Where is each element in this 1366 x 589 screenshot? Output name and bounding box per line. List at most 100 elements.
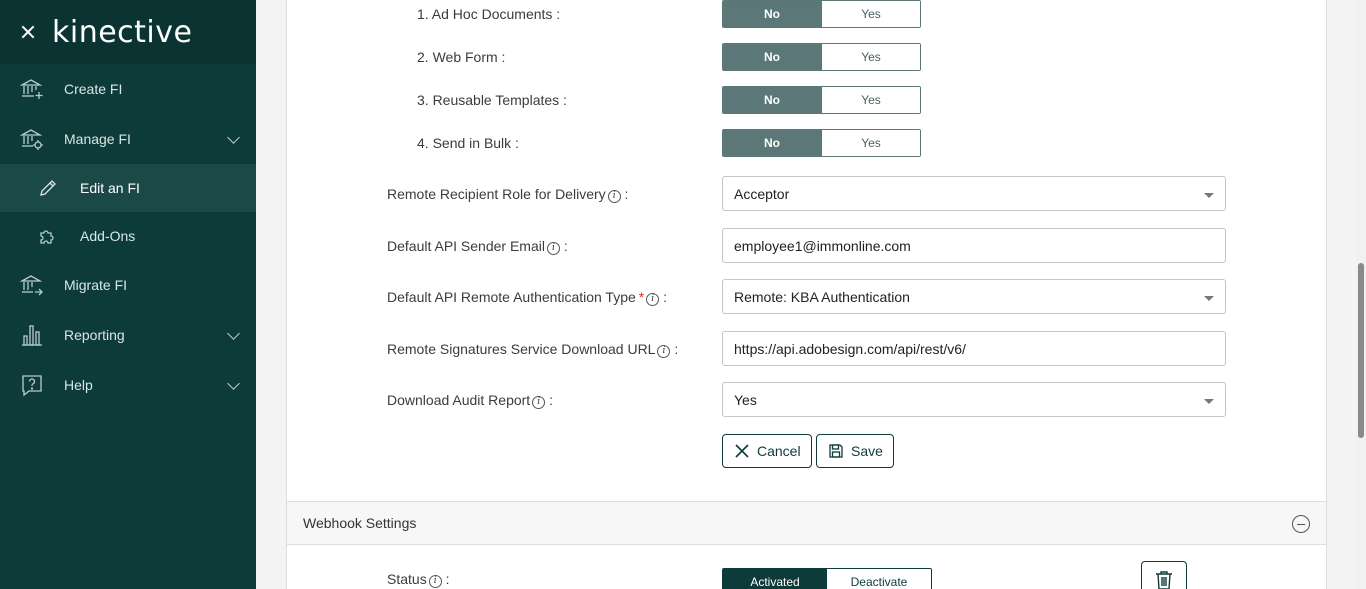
sidebar-item-add-ons[interactable]: Add-Ons — [0, 212, 256, 260]
sender-email-field[interactable]: employee1@immonline.com — [722, 228, 1226, 263]
caret-down-icon — [1204, 193, 1214, 198]
vertical-scrollbar[interactable] — [1356, 0, 1366, 589]
activated-option[interactable]: Activated — [723, 569, 827, 589]
sidebar-item-label: Add-Ons — [80, 228, 136, 244]
trash-icon — [1155, 570, 1173, 589]
bank-plus-icon — [20, 77, 44, 101]
cancel-button-label: Cancel — [757, 443, 801, 459]
close-icon — [733, 442, 751, 460]
collapse-minus-icon[interactable] — [1292, 515, 1310, 533]
field-value: https://api.adobesign.com/api/rest/v6/ — [734, 340, 966, 357]
download-url-field[interactable]: https://api.adobesign.com/api/rest/v6/ — [722, 331, 1226, 366]
floppy-disk-icon — [827, 442, 845, 460]
sidebar-item-label: Create FI — [64, 81, 123, 97]
sidebar-item-label: Edit an FI — [80, 180, 140, 196]
sidebar-item-help[interactable]: Help — [0, 360, 256, 410]
deactivate-option[interactable]: Deactivate — [827, 569, 931, 589]
toggle-no-option[interactable]: No — [723, 130, 821, 156]
sidebar-item-edit-fi[interactable]: Edit an FI — [0, 164, 256, 212]
sidebar-item-reporting[interactable]: Reporting — [0, 310, 256, 360]
web-form-label: 2. Web Form : — [417, 49, 506, 65]
status-label: Status i : — [387, 571, 449, 588]
auth-type-label: Default API Remote Authentication Type * i… — [387, 289, 667, 306]
delete-button[interactable] — [1141, 561, 1187, 589]
label-colon: : — [549, 392, 553, 408]
label-text: Download Audit Report — [387, 392, 531, 408]
settings-card: 1. Ad Hoc Documents : No Yes 2. Web Form… — [286, 0, 1327, 589]
main-content: 1. Ad Hoc Documents : No Yes 2. Web Form… — [256, 0, 1356, 589]
sidebar-item-manage-fi[interactable]: Manage FI — [0, 114, 256, 164]
toggle-yes-option[interactable]: Yes — [821, 44, 920, 70]
cancel-button[interactable]: Cancel — [722, 434, 812, 468]
info-icon[interactable]: i — [546, 242, 560, 255]
save-button-label: Save — [851, 443, 883, 459]
info-icon[interactable]: i — [657, 345, 671, 358]
select-value: Remote: KBA Authentication — [734, 288, 910, 305]
label-colon: : — [445, 571, 450, 587]
auth-type-select[interactable]: Remote: KBA Authentication — [722, 279, 1226, 314]
question-icon — [20, 373, 44, 397]
label-text: Status — [387, 571, 427, 587]
recipient-role-label: Remote Recipient Role for Delivery i : — [387, 186, 628, 203]
sidebar-item-label: Migrate FI — [64, 277, 128, 293]
chevron-down-icon — [227, 131, 240, 144]
sidebar-item-label: Reporting — [64, 327, 125, 343]
sidebar-item-label: Help — [64, 377, 93, 393]
brand-bar: kinective — [0, 0, 256, 64]
ad-hoc-documents-toggle[interactable]: No Yes — [722, 0, 921, 28]
toggle-no-option[interactable]: No — [723, 44, 821, 70]
web-form-toggle[interactable]: No Yes — [722, 43, 921, 71]
label-colon: : — [674, 341, 679, 357]
audit-report-select[interactable]: Yes — [722, 382, 1226, 417]
pencil-icon — [38, 178, 58, 198]
webhook-status-toggle[interactable]: Activated Deactivate — [722, 568, 932, 589]
kinective-logo: kinective — [52, 14, 193, 50]
caret-down-icon — [1204, 296, 1214, 301]
download-url-label: Remote Signatures Service Download URL i … — [387, 341, 678, 358]
select-value: Yes — [734, 391, 757, 408]
scrollbar-thumb[interactable] — [1358, 263, 1364, 438]
bank-gear-icon — [20, 127, 44, 151]
label-text: Remote Recipient Role for Delivery — [387, 186, 606, 202]
send-in-bulk-label: 4. Send in Bulk : — [417, 135, 519, 151]
ad-hoc-documents-label: 1. Ad Hoc Documents : — [417, 6, 561, 22]
select-value: Acceptor — [734, 185, 790, 202]
label-colon: : — [663, 289, 668, 305]
info-icon[interactable]: i — [646, 293, 660, 306]
reusable-templates-label: 3. Reusable Templates : — [417, 92, 567, 108]
toggle-yes-option[interactable]: Yes — [821, 87, 920, 113]
bar-chart-icon — [20, 323, 44, 347]
section-title: Webhook Settings — [303, 515, 417, 531]
reusable-templates-toggle[interactable]: No Yes — [722, 86, 921, 114]
info-icon[interactable]: i — [532, 396, 546, 409]
close-icon[interactable] — [18, 22, 38, 42]
caret-down-icon — [1204, 399, 1214, 404]
send-in-bulk-toggle[interactable]: No Yes — [722, 129, 921, 157]
webhook-settings-header[interactable]: Webhook Settings — [287, 501, 1326, 545]
label-text: Default API Sender Email — [387, 238, 545, 254]
toggle-no-option[interactable]: No — [723, 1, 821, 27]
toggle-no-option[interactable]: No — [723, 87, 821, 113]
info-icon[interactable]: i — [607, 190, 621, 203]
info-icon[interactable]: i — [428, 575, 442, 588]
sidebar-item-label: Manage FI — [64, 131, 131, 147]
sidebar-item-create-fi[interactable]: Create FI — [0, 64, 256, 114]
chevron-down-icon — [227, 377, 240, 390]
sidebar-item-migrate-fi[interactable]: Migrate FI — [0, 260, 256, 310]
puzzle-icon — [38, 226, 58, 246]
recipient-role-select[interactable]: Acceptor — [722, 176, 1226, 211]
field-value: employee1@immonline.com — [734, 237, 911, 254]
label-colon: : — [563, 238, 568, 254]
chevron-down-icon — [227, 327, 240, 340]
label-text: Remote Signatures Service Download URL — [387, 341, 656, 357]
label-text: Default API Remote Authentication Type — [387, 289, 636, 305]
label-colon: : — [624, 186, 629, 202]
sidebar: kinective Create FI Manage FI Edit an FI… — [0, 0, 256, 589]
required-mark: * — [638, 289, 645, 305]
toggle-yes-option[interactable]: Yes — [821, 130, 920, 156]
audit-report-label: Download Audit Report i : — [387, 392, 553, 409]
bank-arrow-icon — [20, 273, 44, 297]
save-button[interactable]: Save — [816, 434, 894, 468]
sender-email-label: Default API Sender Email i : — [387, 238, 568, 255]
toggle-yes-option[interactable]: Yes — [821, 1, 920, 27]
